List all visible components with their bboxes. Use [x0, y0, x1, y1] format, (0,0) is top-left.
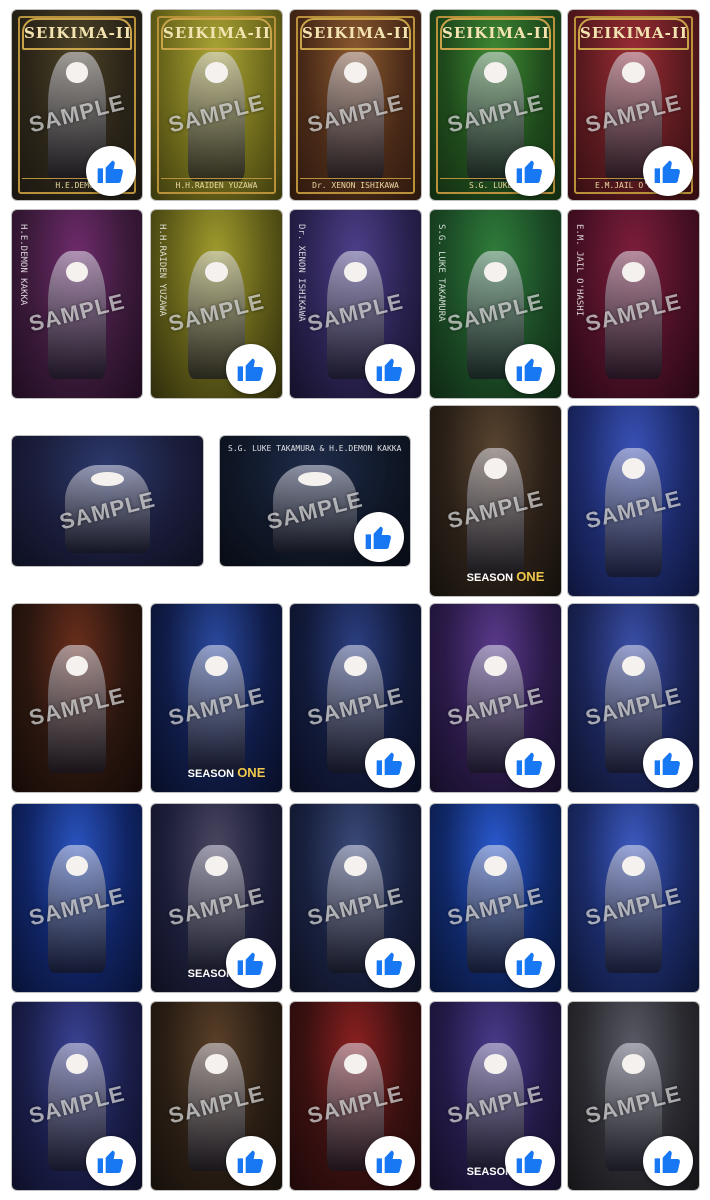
thumbs-up-icon	[514, 353, 546, 385]
member-caption: H.H.RAIDEN YUZAWA	[161, 178, 272, 192]
performer-face	[483, 855, 508, 877]
band-logo: SEIKIMA-II	[22, 18, 132, 50]
photo-card[interactable]: SAMPLE	[568, 406, 699, 596]
band-logo: SEIKIMA-II	[300, 18, 411, 50]
performer-face	[621, 1053, 646, 1075]
like-button[interactable]	[643, 738, 693, 788]
band-logo: SEIKIMA-II	[578, 18, 689, 50]
performer-face	[298, 471, 332, 486]
performer-face	[65, 855, 89, 877]
band-logo: SEIKIMA-II	[161, 18, 272, 50]
like-button[interactable]	[505, 1136, 555, 1186]
performer-face	[343, 855, 368, 877]
like-button[interactable]	[365, 938, 415, 988]
thumbs-up-icon	[95, 1145, 127, 1177]
performer-face	[65, 1053, 89, 1075]
like-button[interactable]	[643, 146, 693, 196]
like-button[interactable]	[226, 1136, 276, 1186]
season-logo-text: SEASON	[466, 572, 517, 584]
performer-face	[343, 1053, 368, 1075]
performer-face	[343, 655, 368, 677]
member-name-label: H.H.RAIDEN YUZAWA	[157, 224, 167, 317]
member-name-label: S.G. LUKE TAKAMURA	[436, 224, 446, 322]
like-button[interactable]	[354, 512, 404, 562]
performer-face	[621, 261, 646, 283]
thumbs-up-icon	[652, 155, 684, 187]
photo-card[interactable]: SAMPLE	[12, 804, 142, 992]
thumbs-up-icon	[235, 1145, 267, 1177]
season-one-logo: SEASON ONE	[467, 569, 548, 584]
like-button[interactable]	[226, 344, 276, 394]
thumbs-up-icon	[374, 947, 406, 979]
like-button[interactable]	[86, 1136, 136, 1186]
thumbs-up-icon	[363, 521, 395, 553]
member-name-label: E.M. JAIL O'HASHI	[574, 224, 584, 317]
band-logo: SEIKIMA-II	[440, 18, 551, 50]
thumbs-up-icon	[95, 155, 127, 187]
thumbs-up-icon	[652, 1145, 684, 1177]
season-one-logo: SEASON ONE	[188, 765, 269, 780]
like-button[interactable]	[505, 344, 555, 394]
member-name-label: H.E.DEMON KAKKA	[18, 224, 28, 306]
performer-face	[204, 855, 229, 877]
photo-card[interactable]: SAMPLE	[568, 804, 699, 992]
thumbs-up-icon	[652, 747, 684, 779]
like-button[interactable]	[505, 738, 555, 788]
thumbs-up-icon	[514, 155, 546, 187]
like-button[interactable]	[86, 146, 136, 196]
photo-card[interactable]: SEASON ONESAMPLE	[430, 406, 561, 596]
performer-face	[204, 261, 229, 283]
photo-card[interactable]: E.M. JAIL O'HASHI SAMPLE	[568, 210, 699, 398]
thumbs-up-icon	[235, 947, 267, 979]
like-button[interactable]	[365, 344, 415, 394]
performer-face	[204, 655, 229, 677]
thumbs-up-icon	[374, 1145, 406, 1177]
performer-face	[343, 261, 368, 283]
thumbs-up-icon	[374, 353, 406, 385]
performer-face	[65, 655, 89, 677]
thumbs-up-icon	[514, 1145, 546, 1177]
performer-face	[65, 261, 89, 283]
performer-face	[621, 458, 646, 479]
member-name-label: Dr. XENON ISHIKAWA	[296, 224, 306, 322]
like-button[interactable]	[226, 938, 276, 988]
thumbs-up-icon	[514, 747, 546, 779]
member-name-label: S.G. LUKE TAKAMURA & H.E.DEMON KAKKA	[228, 444, 402, 453]
photo-card[interactable]: SAMPLE	[12, 604, 142, 792]
performer-face	[483, 655, 508, 677]
like-button[interactable]	[365, 738, 415, 788]
photo-card[interactable]: SEIKIMA-II Dr. XENON ISHIKAWA SAMPLE	[290, 10, 421, 200]
thumbs-up-icon	[514, 947, 546, 979]
performer-face	[621, 855, 646, 877]
season-logo-text: SEASON	[187, 768, 238, 780]
season-logo-one: ONE	[516, 569, 545, 584]
photo-card[interactable]: H.E.DEMON KAKKA SAMPLE	[12, 210, 142, 398]
like-button[interactable]	[505, 938, 555, 988]
performer-face	[483, 261, 508, 283]
member-caption: Dr. XENON ISHIKAWA	[300, 178, 411, 192]
performer-face	[90, 471, 125, 486]
thumbs-up-icon	[235, 353, 267, 385]
photo-card[interactable]: SEIKIMA-II H.H.RAIDEN YUZAWA SAMPLE	[151, 10, 282, 200]
like-button[interactable]	[643, 1136, 693, 1186]
season-logo-one: ONE	[237, 765, 266, 780]
photo-card[interactable]: SEASON ONESAMPLE	[151, 604, 282, 792]
performer-face	[483, 458, 508, 479]
like-button[interactable]	[365, 1136, 415, 1186]
thumbs-up-icon	[374, 747, 406, 779]
photo-card[interactable]: SAMPLE	[12, 436, 203, 566]
like-button[interactable]	[505, 146, 555, 196]
performer-face	[483, 1053, 508, 1075]
performer-face	[621, 655, 646, 677]
performer-face	[204, 1053, 229, 1075]
